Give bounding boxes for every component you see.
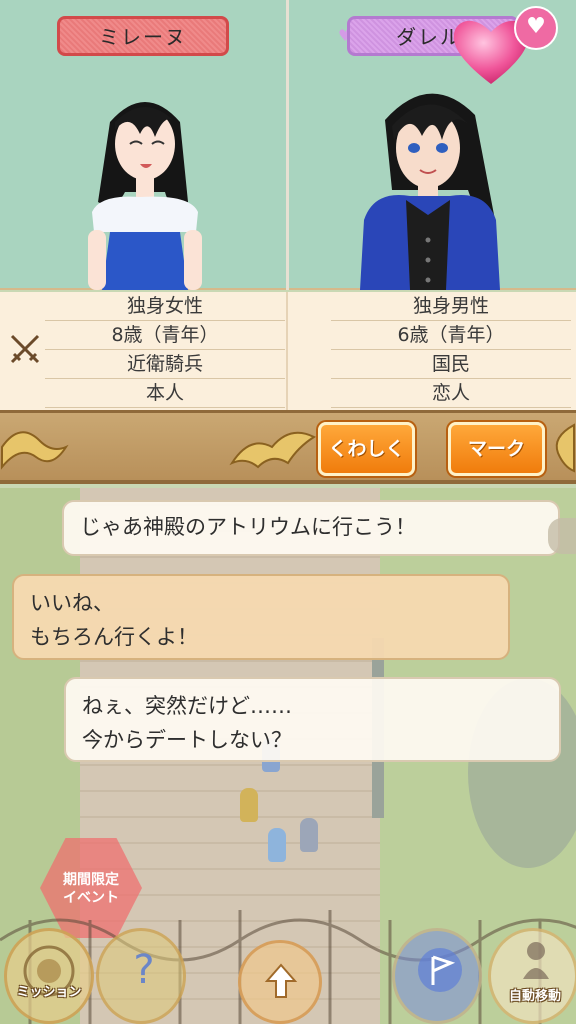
flag-icon [418, 948, 462, 992]
mark-button[interactable]: マーク [448, 422, 545, 476]
left-age: 8歳（青年） [45, 321, 285, 350]
info-divider [286, 292, 288, 410]
left-character-info: 独身女性 8歳（青年） 近衛騎兵 本人 [45, 292, 285, 408]
dialogue-line: いいね、 [30, 591, 114, 615]
right-character-avatar[interactable] [350, 70, 510, 290]
question-icon: ? [133, 947, 155, 993]
dialogue-line: ねぇ、突然だけど…… [82, 694, 292, 718]
left-marital-status: 独身女性 [45, 292, 285, 321]
left-relationship: 本人 [45, 379, 285, 408]
npc[interactable] [268, 828, 286, 862]
npc[interactable] [240, 788, 258, 822]
character-info-table: 独身女性 8歳（青年） 近衛騎兵 本人 独身男性 6歳（青年） 国民 恋人 [0, 292, 576, 410]
scroll-handle-icon[interactable] [548, 518, 576, 554]
help-button[interactable]: ? [96, 928, 186, 1024]
dialogue-line: じゃあ神殿のアトリウムに行こう！ [80, 515, 416, 539]
up-arrow-icon [264, 963, 298, 998]
ornament-center-icon [229, 431, 317, 469]
action-bar: くわしく マーク [0, 410, 576, 484]
right-relationship: 恋人 [331, 379, 571, 408]
left-name-tag: ミレーヌ [57, 16, 229, 56]
right-marital-status: 独身男性 [331, 292, 571, 321]
affection-heart-icon[interactable]: ♥ [514, 6, 558, 50]
right-character-info: 独身男性 6歳（青年） 国民 恋人 [331, 292, 571, 408]
ornament-right-icon [555, 423, 575, 473]
flag-button[interactable] [392, 928, 482, 1024]
mission-button[interactable]: ミッション [4, 928, 94, 1024]
dialogue-bubble: いいね、 もちろん行くよ！ [12, 574, 510, 660]
left-occupation: 近衛騎兵 [45, 350, 285, 379]
auto-move-icon [523, 942, 549, 979]
dialogue-bubble: じゃあ神殿のアトリウムに行こう！ [62, 500, 560, 556]
dialogue-bubble: ねぇ、突然だけど…… 今からデートしない？ [64, 677, 561, 762]
auto-move-button[interactable]: 自動移動 [488, 928, 576, 1024]
scroll-up-button[interactable] [238, 940, 322, 1024]
left-character-avatar[interactable] [70, 82, 220, 290]
right-occupation: 国民 [331, 350, 571, 379]
portrait-panel: ミレーヌ ♥ ダレル ♥ [0, 0, 576, 290]
dialogue-line: 今からデートしない？ [82, 728, 292, 752]
right-age: 6歳（青年） [331, 321, 571, 350]
auto-move-label: 自動移動 [508, 989, 561, 1004]
details-button[interactable]: くわしく [318, 422, 415, 476]
portrait-divider [286, 0, 289, 290]
npc[interactable] [300, 818, 318, 852]
ornament-left-icon [1, 431, 69, 470]
dialogue-line: もちろん行くよ！ [30, 625, 198, 649]
crossed-swords-icon [10, 334, 40, 364]
mission-label: ミッション [16, 985, 82, 1000]
